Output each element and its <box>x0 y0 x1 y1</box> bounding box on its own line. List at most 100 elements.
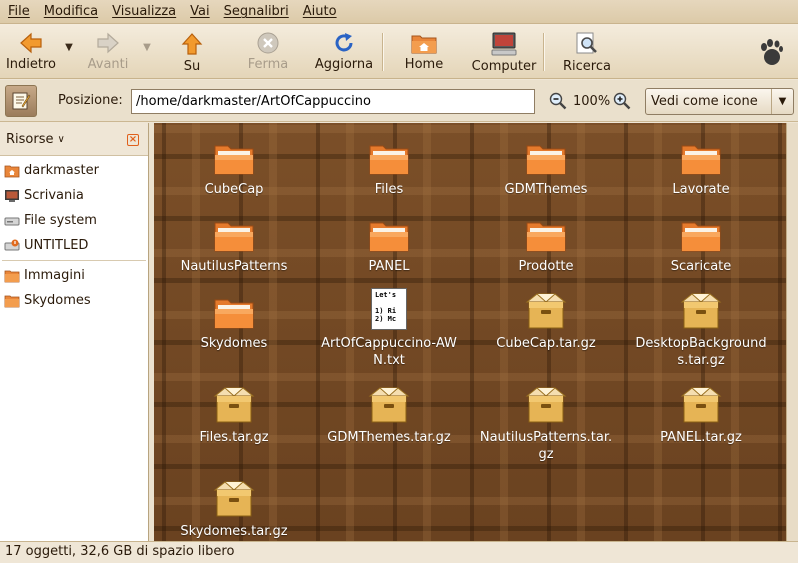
sidebar-divider <box>2 260 146 261</box>
reload-icon <box>335 33 353 52</box>
computer-button[interactable]: Computer <box>465 24 543 79</box>
menu-modifica[interactable]: Modifica <box>40 4 102 19</box>
archive-item[interactable]: CubeCap.tar.gz <box>471 286 621 352</box>
folder-icon <box>526 222 566 252</box>
archive-box-icon <box>680 293 722 329</box>
zoom-out-icon <box>549 92 567 110</box>
folder-icon <box>214 299 254 329</box>
arrow-right-icon <box>97 32 119 54</box>
text-file-item[interactable]: Let's 1) Ri 2) Mc ArtOfCappuccino-AWN.tx… <box>314 286 464 369</box>
reload-button[interactable]: Aggiorna <box>306 24 382 79</box>
back-history-dropdown[interactable]: ▼ <box>62 24 76 79</box>
menu-aiuto[interactable]: Aiuto <box>299 4 341 19</box>
home-label: Home <box>404 57 444 72</box>
edit-note-icon <box>12 92 31 110</box>
sidebar-type-selector[interactable]: Risorse <box>6 132 54 147</box>
gnome-foot-icon <box>758 24 798 70</box>
text-preview-line: Let's <box>375 291 397 299</box>
chevron-down-icon[interactable]: ∨ <box>58 134 65 145</box>
forward-button[interactable]: Avanti <box>76 24 140 79</box>
sidebar-header: Risorse ∨ × <box>0 123 148 156</box>
folder-item[interactable]: Skydomes <box>159 286 309 352</box>
arrow-left-icon <box>20 32 42 54</box>
folder-item[interactable]: Lavorate <box>626 132 776 198</box>
close-icon[interactable]: × <box>127 134 139 146</box>
up-button[interactable]: Su <box>154 24 230 79</box>
menu-segnalibri[interactable]: Segnalibri <box>220 4 293 19</box>
archive-item[interactable]: Files.tar.gz <box>159 380 309 446</box>
view-mode-select[interactable]: Vedi come icone ▼ <box>645 88 794 115</box>
archive-box-icon <box>525 293 567 329</box>
menubar: File Modifica Visualizza Vai Segnalibri … <box>0 0 798 24</box>
sidebar-item-label: File system <box>24 213 97 228</box>
archive-box-icon <box>213 481 255 517</box>
zoom-out-button[interactable] <box>549 92 567 114</box>
search-button[interactable]: Ricerca <box>544 24 630 79</box>
menu-visualizza[interactable]: Visualizza <box>108 4 180 19</box>
vertical-scrollbar[interactable] <box>786 123 798 541</box>
file-name: Scaricate <box>670 259 732 274</box>
sidebar-item-immagini[interactable]: Immagini <box>0 263 148 288</box>
file-name: NautilusPatterns.tar.gz <box>479 430 613 462</box>
folder-item[interactable]: Files <box>314 132 464 198</box>
zoom-in-button[interactable] <box>613 92 631 114</box>
text-preview-line: 2) Mc <box>375 315 397 323</box>
location-path-input[interactable] <box>131 89 535 114</box>
folder-icon <box>214 145 254 175</box>
sidebar-item-untitled[interactable]: UNTITLED <box>0 233 148 258</box>
location-label: Posizione: <box>58 93 123 108</box>
removable-drive-icon <box>4 239 20 253</box>
menu-vai[interactable]: Vai <box>186 4 213 19</box>
stop-button[interactable]: Ferma <box>230 24 306 79</box>
status-text: 17 oggetti, 32,6 GB di spazio libero <box>5 544 235 559</box>
archive-box-icon <box>213 387 255 423</box>
folder-item[interactable]: NautilusPatterns <box>159 209 309 275</box>
home-button[interactable]: Home <box>383 24 465 79</box>
home-icon <box>4 164 20 178</box>
folder-icon <box>4 294 20 308</box>
archive-item[interactable]: DesktopBackgrounds.tar.gz <box>626 286 776 369</box>
location-bar: Posizione: 100% Vedi come icone ▼ <box>0 80 798 122</box>
file-icon-view[interactable]: CubeCap Files GDMThemes Lavorate Nautilu… <box>154 123 786 541</box>
back-label: Indietro <box>5 57 57 72</box>
reload-label: Aggiorna <box>314 57 374 72</box>
forward-label: Avanti <box>87 57 129 72</box>
forward-history-dropdown[interactable]: ▼ <box>140 24 154 79</box>
back-button[interactable]: Indietro <box>0 24 62 79</box>
menu-file[interactable]: File <box>4 4 34 19</box>
sidebar-item-file-system[interactable]: File system <box>0 208 148 233</box>
file-name: CubeCap <box>204 182 264 197</box>
file-name: NautilusPatterns <box>180 259 288 274</box>
archive-item[interactable]: Skydomes.tar.gz <box>159 474 309 540</box>
folder-item[interactable]: Scaricate <box>626 209 776 275</box>
sidebar-item-skydomes[interactable]: Skydomes <box>0 288 148 313</box>
zoom-level[interactable]: 100% <box>573 94 610 109</box>
file-name: Files.tar.gz <box>199 430 269 445</box>
stop-icon <box>257 32 279 54</box>
stop-label: Ferma <box>247 57 289 72</box>
search-label: Ricerca <box>563 59 611 74</box>
archive-box-icon <box>680 387 722 423</box>
sidebar-item-scrivania[interactable]: Scrivania <box>0 183 148 208</box>
folder-icon <box>369 145 409 175</box>
folder-item[interactable]: CubeCap <box>159 132 309 198</box>
archive-item[interactable]: PANEL.tar.gz <box>626 380 776 446</box>
sidebar-item-label: darkmaster <box>24 163 99 178</box>
archive-item[interactable]: NautilusPatterns.tar.gz <box>471 380 621 463</box>
folder-item[interactable]: Prodotte <box>471 209 621 275</box>
text-file-icon: Let's 1) Ri 2) Mc <box>371 288 407 330</box>
folder-item[interactable]: PANEL <box>314 209 464 275</box>
folder-icon <box>681 145 721 175</box>
computer-icon <box>491 32 517 56</box>
file-name: GDMThemes <box>504 182 588 197</box>
archive-item[interactable]: GDMThemes.tar.gz <box>314 380 464 446</box>
file-name: Skydomes.tar.gz <box>180 524 288 539</box>
toolbar: Indietro ▼ Avanti ▼ Su Ferma Aggiorna Ho… <box>0 24 798 79</box>
toggle-location-entry-button[interactable] <box>5 85 37 117</box>
archive-box-icon <box>368 387 410 423</box>
file-name: DesktopBackgrounds.tar.gz <box>635 336 767 368</box>
folder-icon <box>681 222 721 252</box>
status-bar: 17 oggetti, 32,6 GB di spazio libero <box>0 541 798 563</box>
folder-item[interactable]: GDMThemes <box>471 132 621 198</box>
sidebar-item-darkmaster[interactable]: darkmaster <box>0 158 148 183</box>
